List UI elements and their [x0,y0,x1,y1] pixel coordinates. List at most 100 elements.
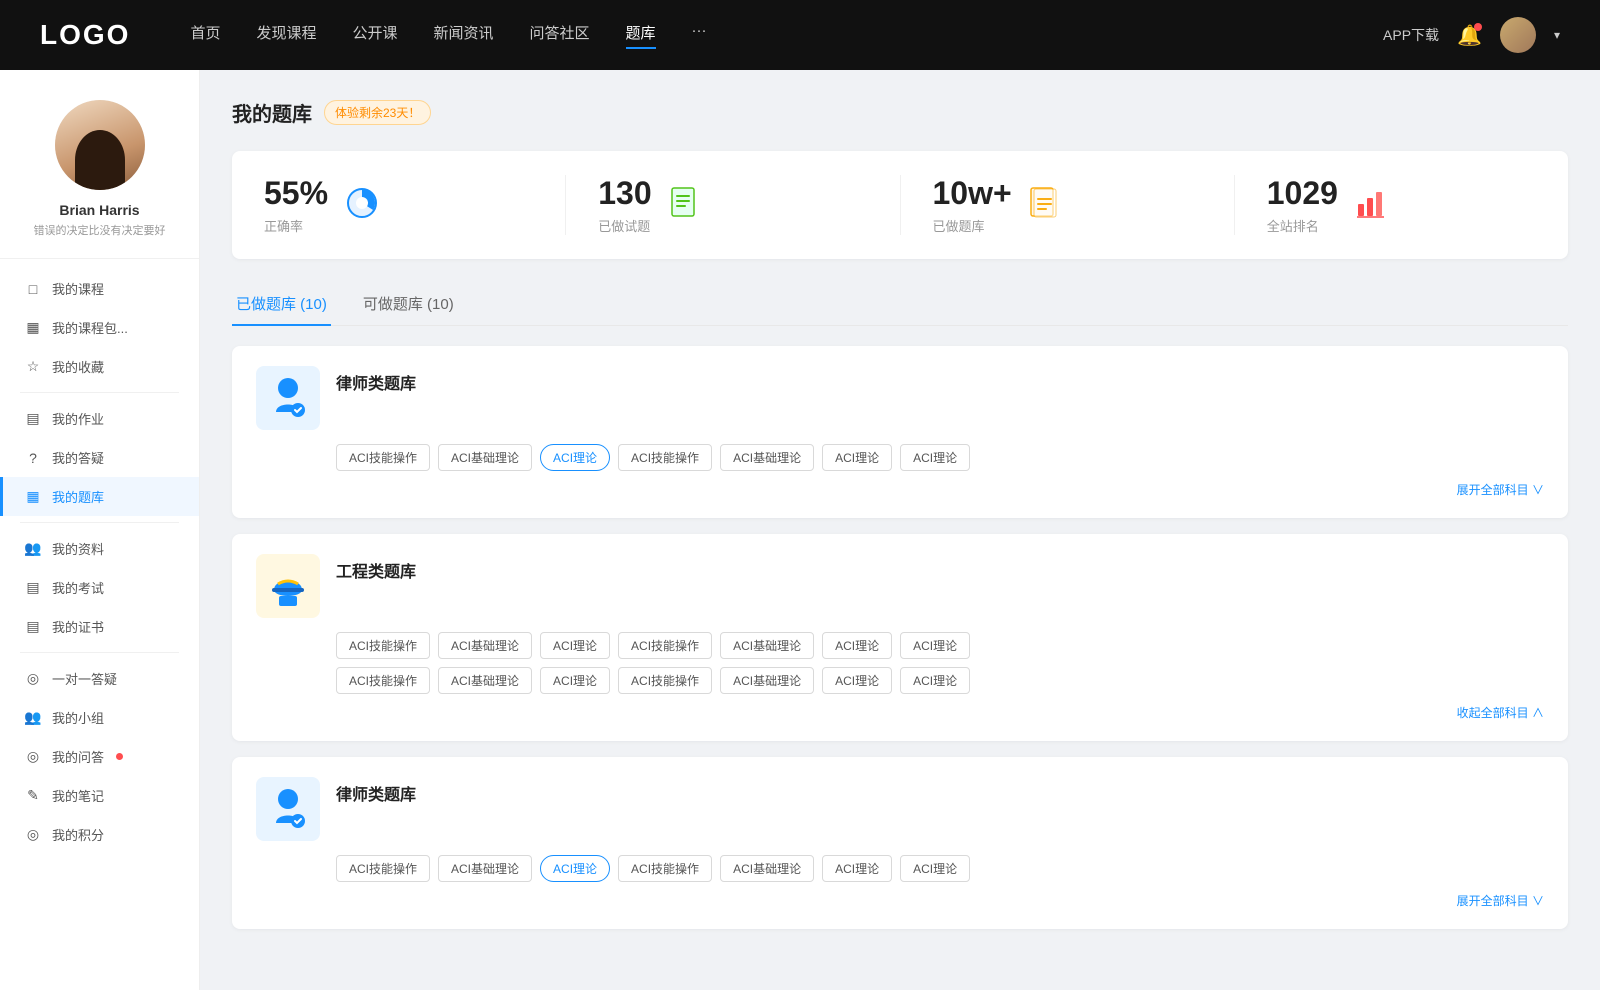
sidebar-divider [20,522,179,523]
sidebar-item-questions[interactable]: ◎ 我的问答 [0,737,199,776]
tag[interactable]: ACI理论 [900,855,970,882]
tag[interactable]: ACI技能操作 [336,855,430,882]
sidebar-item-favorites[interactable]: ☆ 我的收藏 [0,347,199,386]
course-icon: □ [24,281,42,297]
qbank-icon-lawyer2 [256,777,320,841]
sidebar-item-homework[interactable]: ▤ 我的作业 [0,399,199,438]
qbank-header: 律师类题库 [256,777,1544,841]
qa-icon: ? [24,450,42,466]
tag[interactable]: ACI基础理论 [438,444,532,471]
nav-home[interactable]: 首页 [190,22,220,49]
logo[interactable]: LOGO [40,19,130,51]
avatar-image [55,100,145,190]
stat-icon-list [1028,186,1062,225]
tag[interactable]: ACI基础理论 [720,444,814,471]
sidebar-item-label: 我的作业 [52,409,104,428]
sidebar-item-qbank[interactable]: ▦ 我的题库 [0,477,199,516]
sidebar-motto: 错误的决定比没有决定要好 [20,222,179,238]
sidebar-item-certificate[interactable]: ▤ 我的证书 [0,607,199,646]
nav-qbank[interactable]: 题库 [626,22,656,49]
tag[interactable]: ACI技能操作 [618,632,712,659]
sidebar-item-qa[interactable]: ? 我的答疑 [0,438,199,477]
nav-courses[interactable]: 发现课程 [256,22,316,49]
notification-bell[interactable]: 🔔 [1457,23,1482,48]
nav-open-course[interactable]: 公开课 [352,22,397,49]
tag[interactable]: ACI理论 [900,632,970,659]
sidebar-item-notes[interactable]: ✎ 我的笔记 [0,776,199,815]
tag[interactable]: ACI基础理论 [720,632,814,659]
user-avatar[interactable] [1500,17,1536,53]
tag[interactable]: ACI理论 [822,444,892,471]
tag-active[interactable]: ACI理论 [540,855,610,882]
lawyer-icon [264,374,312,422]
tag[interactable]: ACI技能操作 [336,667,430,694]
sidebar-item-exam[interactable]: ▤ 我的考试 [0,568,199,607]
notes-icon: ✎ [24,787,42,804]
notification-dot [1474,23,1482,31]
tag[interactable]: ACI技能操作 [618,667,712,694]
engineer-icon [264,562,312,610]
sidebar-item-label: 我的资料 [52,539,104,558]
qbank-title: 工程类题库 [336,554,416,582]
group-icon: 👥 [24,709,42,726]
qbank-tags-1: ACI技能操作 ACI基础理论 ACI理论 ACI技能操作 ACI基础理论 AC… [336,444,1544,471]
sidebar-item-points[interactable]: ◎ 我的积分 [0,815,199,854]
stat-correct-rate: 55% 正确率 [232,175,566,235]
stat-done-questions: 130 已做试题 [566,175,900,235]
tag[interactable]: ACI理论 [822,667,892,694]
sidebar-item-label: 我的答疑 [52,448,104,467]
sidebar-item-tutoring[interactable]: ◎ 一对一答疑 [0,659,199,698]
avatar-image [1500,17,1536,53]
tag-active[interactable]: ACI理论 [540,444,610,471]
main-content: 我的题库 体验剩余23天！ 55% 正确率 [200,70,1600,990]
questions-icon: ◎ [24,748,42,765]
tag[interactable]: ACI理论 [900,444,970,471]
qbank-title: 律师类题库 [336,366,416,394]
tag[interactable]: ACI理论 [822,855,892,882]
nav-more[interactable]: ··· [692,22,707,49]
tag[interactable]: ACI基础理论 [720,667,814,694]
tab-available-banks[interactable]: 可做题库 (10) [359,283,458,326]
stat-number: 55% [264,175,328,212]
sidebar-item-profile[interactable]: 👥 我的资料 [0,529,199,568]
package-icon: ▦ [24,319,42,336]
tag[interactable]: ACI技能操作 [618,444,712,471]
tag[interactable]: ACI技能操作 [618,855,712,882]
nav-news[interactable]: 新闻资讯 [434,22,494,49]
sidebar-divider [20,652,179,653]
nav-right: APP下载 🔔 ▾ [1383,17,1560,53]
sidebar-divider [20,392,179,393]
tag[interactable]: ACI技能操作 [336,632,430,659]
tag[interactable]: ACI理论 [900,667,970,694]
app-download-button[interactable]: APP下载 [1383,25,1439,45]
user-menu-chevron[interactable]: ▾ [1554,28,1560,42]
nav-qa[interactable]: 问答社区 [530,22,590,49]
tag[interactable]: ACI理论 [540,632,610,659]
doc-icon [668,186,702,220]
tag[interactable]: ACI基础理论 [438,667,532,694]
expand-button[interactable]: 展开全部科目 ∨ [256,481,1544,498]
qbank-icon-lawyer [256,366,320,430]
stat-site-rank: 1029 全站排名 [1235,175,1568,235]
tag[interactable]: ACI理论 [540,667,610,694]
sidebar-item-label: 我的课程 [52,279,104,298]
list-icon [1028,186,1062,220]
expand-button[interactable]: 展开全部科目 ∨ [256,892,1544,909]
stat-number: 1029 [1267,175,1338,212]
qbank-card-1: 律师类题库 ACI技能操作 ACI基础理论 ACI理论 ACI技能操作 ACI基… [232,346,1568,518]
sidebar-item-label: 我的积分 [52,825,104,844]
qbank-tags-2-row2: ACI技能操作 ACI基础理论 ACI理论 ACI技能操作 ACI基础理论 AC… [336,667,1544,694]
stat-label: 已做题库 [933,216,1012,235]
tag[interactable]: ACI理论 [822,632,892,659]
sidebar-avatar[interactable] [55,100,145,190]
tag[interactable]: ACI基础理论 [438,855,532,882]
collapse-button[interactable]: 收起全部科目 ∧ [256,704,1544,721]
sidebar-item-my-courses[interactable]: □ 我的课程 [0,269,199,308]
tag[interactable]: ACI基础理论 [720,855,814,882]
sidebar-item-course-package[interactable]: ▦ 我的课程包... [0,308,199,347]
sidebar-item-group[interactable]: 👥 我的小组 [0,698,199,737]
tag[interactable]: ACI技能操作 [336,444,430,471]
tag[interactable]: ACI基础理论 [438,632,532,659]
qbank-title: 律师类题库 [336,777,416,805]
tab-done-banks[interactable]: 已做题库 (10) [232,283,331,326]
